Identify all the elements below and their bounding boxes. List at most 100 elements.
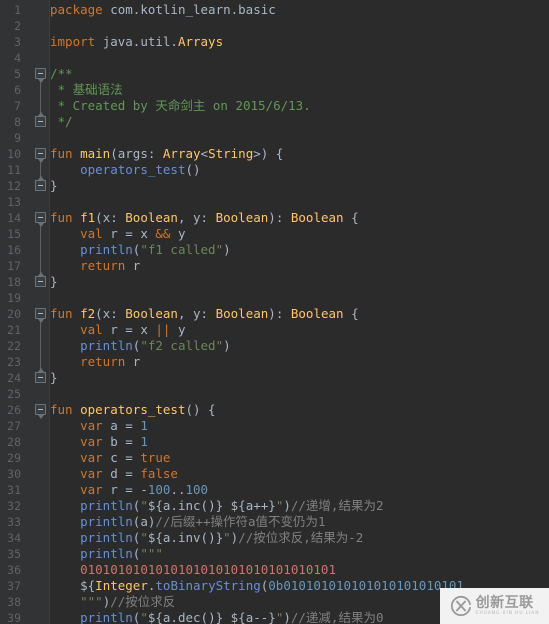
code-line[interactable]: return r <box>50 354 140 370</box>
code-line[interactable]: } <box>50 370 58 386</box>
code-token: ): <box>268 306 291 321</box>
code-line[interactable]: val r = x || y <box>50 322 185 338</box>
fold-expand-marker[interactable] <box>35 176 46 191</box>
code-line[interactable]: * 基础语法 <box>50 82 123 98</box>
creative-x-circle-icon <box>450 595 471 617</box>
code-token: " <box>140 610 148 624</box>
code-line[interactable]: package com.kotlin_learn.basic <box>50 2 276 18</box>
code-line[interactable]: */ <box>50 114 73 130</box>
code-line[interactable] <box>50 386 58 402</box>
line-number: 29 <box>7 451 21 465</box>
code-line[interactable]: fun operators_test() { <box>50 402 216 418</box>
code-line[interactable]: var r = -100..100 <box>50 482 208 498</box>
code-line[interactable]: var d = false <box>50 466 178 482</box>
code-token: """ <box>140 546 163 561</box>
code-token: (x: <box>95 306 126 321</box>
code-line[interactable]: println("f1 called") <box>50 242 231 258</box>
fold-arrow-icon <box>38 319 44 323</box>
code-token: f2 <box>80 306 96 321</box>
code-token: false <box>140 466 178 481</box>
code-line[interactable]: var b = 1 <box>50 434 148 450</box>
code-folding-column[interactable] <box>34 0 49 624</box>
code-token: true <box>140 450 171 465</box>
fold-collapse-marker[interactable] <box>35 308 46 323</box>
code-token: r <box>132 354 141 369</box>
fold-arrow-icon <box>38 159 44 163</box>
watermark-pinyin: CHUANG XIN HU LIAN <box>475 610 540 616</box>
code-line[interactable]: val r = x && y <box>50 226 185 242</box>
code-line[interactable]: 0101010101010101010101010101010101 <box>50 562 336 578</box>
fold-expand-marker[interactable] <box>35 368 46 383</box>
line-number: 38 <box>7 595 21 609</box>
code-token: toBinaryString <box>155 578 261 593</box>
code-line[interactable]: } <box>50 178 58 194</box>
code-line[interactable]: /** <box>50 66 73 82</box>
code-line[interactable] <box>50 50 58 66</box>
code-token: fun <box>50 146 81 161</box>
code-line[interactable] <box>50 194 58 210</box>
code-line[interactable]: """)//按位求反 <box>50 594 175 610</box>
code-token: println <box>80 514 133 529</box>
code-line[interactable]: println("${a.dec()} ${a--}")//递减,结果为0 <box>50 610 383 624</box>
code-token: var <box>80 466 111 481</box>
code-line[interactable]: println("f2 called") <box>50 338 231 354</box>
code-token: //按位求反,结果为-2 <box>238 530 364 545</box>
code-token: Boolean <box>125 210 178 225</box>
code-token: r <box>132 258 141 273</box>
code-line[interactable]: println(""" <box>50 546 163 562</box>
fold-collapse-marker[interactable] <box>35 404 46 419</box>
line-number: 13 <box>7 195 21 209</box>
code-line[interactable]: operators_test() <box>50 162 200 178</box>
code-token: fun <box>50 306 81 321</box>
code-token: 0b010101010101010101010101 <box>268 578 464 593</box>
code-token: " <box>140 498 148 513</box>
code-token: /** <box>50 66 73 81</box>
code-token: ${a--} <box>230 610 276 624</box>
code-token: " <box>140 530 148 545</box>
fold-collapse-marker[interactable] <box>35 212 46 227</box>
code-line[interactable]: fun f1(x: Boolean, y: Boolean): Boolean … <box>50 210 359 226</box>
code-token: main <box>80 146 111 161</box>
code-line[interactable]: import java.util.Arrays <box>50 34 223 50</box>
fold-expand-marker[interactable] <box>35 272 46 287</box>
code-token: r = - <box>110 482 148 497</box>
code-line[interactable] <box>50 290 58 306</box>
fold-expand-marker[interactable] <box>35 112 46 127</box>
code-line[interactable]: * Created by 天命剑主 on 2015/6/13. <box>50 98 311 114</box>
code-token: operators_test <box>80 162 186 177</box>
code-line[interactable]: } <box>50 274 58 290</box>
code-token: String <box>208 146 254 161</box>
fold-collapse-marker[interactable] <box>35 148 46 163</box>
code-token: return <box>80 258 133 273</box>
code-line[interactable]: println(a)//后缀++操作符a值不变仍为1 <box>50 514 325 530</box>
code-line[interactable]: ${Integer.toBinaryString(0b0101010101010… <box>50 578 464 594</box>
code-line[interactable]: fun main(args: Array<String>) { <box>50 146 283 162</box>
fold-arrow-icon <box>38 368 44 372</box>
code-line[interactable]: var c = true <box>50 450 170 466</box>
code-token: ${a.inc()} <box>147 498 224 513</box>
code-line[interactable] <box>50 130 58 146</box>
code-line[interactable]: println("${a.inv()}")//按位求反,结果为-2 <box>50 530 363 546</box>
code-token: r = x <box>110 322 156 337</box>
code-token: d = <box>110 466 141 481</box>
code-line[interactable]: fun f2(x: Boolean, y: Boolean): Boolean … <box>50 306 359 322</box>
code-token: //递增,结果为2 <box>290 498 384 513</box>
code-token: , y: <box>177 306 216 321</box>
fold-collapse-marker[interactable] <box>35 68 46 83</box>
fold-connector-line <box>40 223 41 277</box>
code-content-area[interactable]: package com.kotlin_learn.basic import ja… <box>50 0 549 624</box>
watermark-text: 创新互联 CHUANG XIN HU LIAN <box>476 596 540 616</box>
line-number: 32 <box>7 499 21 513</box>
code-line[interactable]: return r <box>50 258 140 274</box>
code-line[interactable]: println("${a.inc()} ${a++}")//递增,结果为2 <box>50 498 383 514</box>
code-line[interactable] <box>50 18 58 34</box>
code-editor[interactable]: 1 2 3 4 5 6 7 8 9 10 11 12 13 14 15 16 17 18 19 20 21 22 23 24 2… <box>0 0 549 624</box>
code-line[interactable]: var a = 1 <box>50 418 148 434</box>
